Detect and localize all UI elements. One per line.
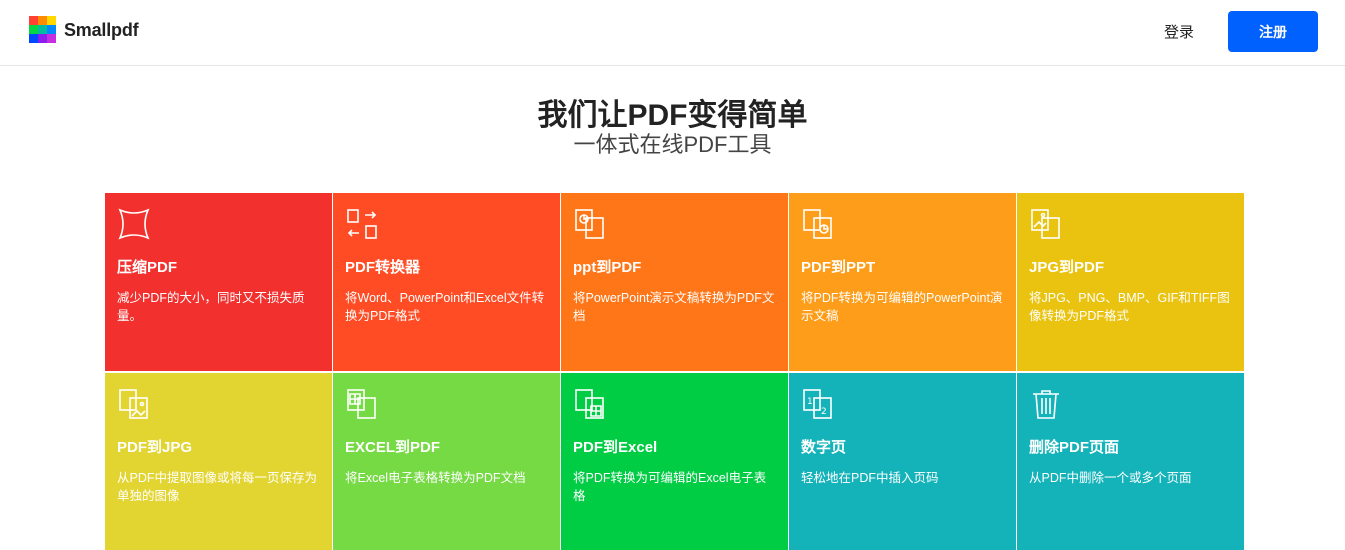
- tool-title: 压缩PDF: [117, 259, 178, 276]
- tool-description: 将PDF转换为可编辑的Excel电子表格: [573, 471, 767, 503]
- tool-title: 删除PDF页面: [1029, 439, 1120, 456]
- tool-description: 减少PDF的大小，同时又不损失质量。: [117, 291, 305, 323]
- tool-description: 从PDF中删除一个或多个页面: [1029, 471, 1192, 485]
- tool-tile[interactable]: ppt到PDF 将PowerPoint演示文稿转换为PDF文档: [561, 193, 788, 371]
- page-numbers-icon: 12: [801, 387, 835, 421]
- logo-square: [29, 34, 38, 43]
- signup-button[interactable]: 注册: [1228, 11, 1318, 52]
- tool-tile[interactable]: JPG到PDF 将JPG、PNG、BMP、GIF和TIFF图像转换为PDF格式: [1017, 193, 1244, 371]
- tool-description: 将PowerPoint演示文稿转换为PDF文档: [573, 291, 775, 323]
- tool-tile[interactable]: PDF到PPT 将PDF转换为可编辑的PowerPoint演示文稿: [789, 193, 1016, 371]
- tool-title: ppt到PDF: [573, 259, 642, 276]
- smallpdf-logo-icon: [29, 16, 56, 44]
- convert-icon: [345, 207, 379, 241]
- pdf-to-excel-icon: [573, 387, 607, 421]
- logo-square: [38, 25, 47, 34]
- logo-square: [47, 34, 56, 43]
- tool-tile[interactable]: EXCEL到PDF 将Excel电子表格转换为PDF文档: [333, 373, 560, 550]
- tool-title: 数字页: [801, 439, 847, 456]
- tool-title: EXCEL到PDF: [345, 439, 441, 456]
- pdf-to-ppt-icon: [801, 207, 835, 241]
- tool-title: PDF到JPG: [117, 439, 193, 456]
- logo-square: [29, 16, 38, 25]
- logo-square: [47, 25, 56, 34]
- compress-icon: [117, 207, 151, 241]
- pdf-to-jpg-icon: [117, 387, 151, 421]
- logo-square: [47, 16, 56, 25]
- trash-icon: [1029, 387, 1063, 421]
- tool-description: 将JPG、PNG、BMP、GIF和TIFF图像转换为PDF格式: [1029, 291, 1230, 323]
- svg-text:2: 2: [821, 407, 827, 417]
- top-header: Smallpdf 登录 注册: [0, 0, 1345, 66]
- tool-title: PDF到PPT: [801, 259, 876, 276]
- tool-tile[interactable]: 删除PDF页面从PDF中删除一个或多个页面: [1017, 373, 1244, 550]
- login-link[interactable]: 登录: [1164, 21, 1194, 42]
- tool-title: PDF转换器: [345, 259, 421, 276]
- tool-tile[interactable]: 1 2 数字页轻松地在PDF中插入页码: [789, 373, 1016, 550]
- excel-to-pdf-icon: [345, 387, 379, 421]
- smallpdf-logo[interactable]: Smallpdf: [29, 16, 139, 44]
- tool-tile[interactable]: PDF到JPG 从PDF中提取图像或将每一页保存为单独的图像: [105, 373, 332, 550]
- tool-title: PDF到Excel: [573, 439, 658, 456]
- tool-description: 从PDF中提取图像或将每一页保存为单独的图像: [117, 471, 318, 503]
- brand-name: Smallpdf: [64, 19, 139, 40]
- logo-square: [38, 16, 47, 25]
- page-subtitle: 一体式在线PDF工具: [573, 132, 772, 157]
- tool-description: 将Word、PowerPoint和Excel文件转换为PDF格式: [345, 291, 545, 323]
- svg-text:1: 1: [807, 397, 813, 407]
- tool-description: 将Excel电子表格转换为PDF文档: [345, 471, 526, 485]
- tool-description: 轻松地在PDF中插入页码: [801, 471, 939, 485]
- ppt-to-pdf-icon: [573, 207, 607, 241]
- tool-tile[interactable]: PDF到Excel 将PDF转换为可编辑的Excel电子表格: [561, 373, 788, 550]
- tool-description: 将PDF转换为可编辑的PowerPoint演示文稿: [801, 291, 1003, 323]
- logo-square: [29, 25, 38, 34]
- logo-square: [38, 34, 47, 43]
- tools-grid: 压缩PDF 减少PDF的大小，同时又不损失质量。 PDF转换器将Word、Power…: [105, 193, 1244, 550]
- tool-tile[interactable]: PDF转换器将Word、PowerPoint和Excel文件转换为PDF格式: [333, 193, 560, 371]
- tool-tile[interactable]: 压缩PDF 减少PDF的大小，同时又不损失质量。: [105, 193, 332, 371]
- tool-title: JPG到PDF: [1029, 259, 1105, 276]
- jpg-to-pdf-icon: [1029, 207, 1063, 241]
